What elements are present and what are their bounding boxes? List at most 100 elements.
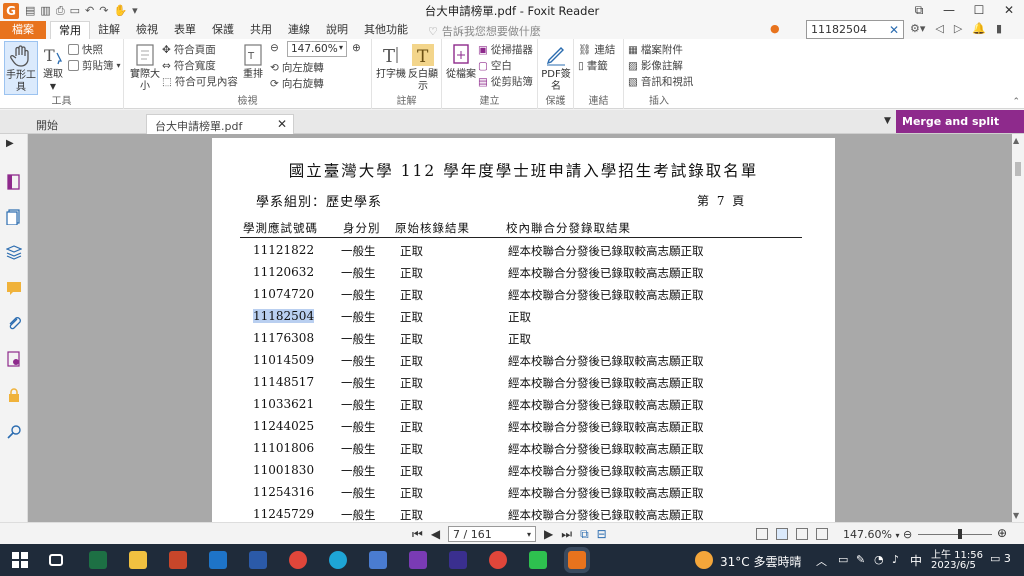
line-icon[interactable] — [529, 551, 547, 569]
clock-date[interactable]: 2023/6/5 — [931, 560, 976, 571]
minimize-button[interactable]: — — [934, 0, 964, 21]
comments-icon[interactable] — [6, 280, 22, 296]
bell-icon[interactable]: 🔔 — [972, 22, 986, 35]
audio-video-button[interactable]: ▧ 音訊和視訊 — [628, 74, 693, 89]
wifi-icon[interactable]: ◔ — [874, 553, 884, 566]
task-view-icon[interactable] — [49, 554, 63, 566]
pages-icon[interactable] — [6, 209, 22, 225]
tab-view[interactable]: 檢視 — [128, 21, 166, 39]
webex-icon[interactable] — [449, 551, 467, 569]
onenote-icon[interactable] — [409, 551, 427, 569]
chrome-icon[interactable] — [289, 551, 307, 569]
zoom-slider-knob[interactable] — [958, 529, 962, 539]
rotate-left-button[interactable]: ⟲ 向左旋轉 — [270, 60, 324, 75]
bookmarks-icon[interactable] — [6, 174, 22, 190]
foxit-taskbar-icon[interactable] — [568, 551, 586, 569]
tell-me-search[interactable]: ♡ 告訴我您想要做什麼 — [428, 23, 541, 39]
bookmark-button[interactable]: ▯ 書籤 — [578, 58, 608, 73]
collapse-ribbon-icon[interactable]: ⌃ — [1012, 97, 1020, 107]
search-panel-icon[interactable] — [6, 424, 22, 440]
tab-home[interactable]: 常用 — [50, 21, 90, 39]
word-icon[interactable] — [249, 551, 267, 569]
scroll-down-icon[interactable]: ▼ — [1013, 511, 1019, 520]
status-zoom[interactable]: 147.60% ▾ ⊖ — [843, 528, 912, 541]
fit-visible-button[interactable]: ⬚ 符合可見內容 — [162, 74, 238, 89]
reflow-view-icon[interactable]: ⊟ — [597, 527, 607, 541]
tab-protect[interactable]: 保護 — [204, 21, 242, 39]
zoom-out-button[interactable]: ⊖ — [270, 42, 279, 54]
volume-icon[interactable]: ♪ — [892, 553, 899, 566]
last-page-icon[interactable]: ⏭ — [561, 527, 572, 542]
fit-width-button[interactable]: ⇔ 符合寬度 — [162, 58, 216, 73]
excel-icon[interactable] — [89, 551, 107, 569]
orange-badge-icon[interactable]: ● — [770, 22, 780, 35]
from-file-button[interactable]: 從檔案 — [444, 41, 478, 81]
tab-help[interactable]: 說明 — [318, 21, 356, 39]
prev-result-icon[interactable]: ◁ — [935, 22, 943, 35]
pen-icon[interactable]: ✎ — [856, 553, 865, 566]
weather-text[interactable]: 31°C 多雲時晴 — [720, 553, 801, 570]
image-annotation-button[interactable]: ▨ 影像註解 — [628, 58, 683, 73]
first-page-icon[interactable]: ⏮ — [412, 527, 423, 542]
document-viewport[interactable]: 國立臺灣大學 112 學年度學士班申請入學招生考試錄取名單 學系組別：歷史學系 … — [28, 134, 1012, 522]
next-result-icon[interactable]: ▷ — [954, 22, 962, 35]
ime-indicator[interactable]: 中 — [910, 552, 922, 569]
maximize-button[interactable]: ☐ — [964, 0, 994, 21]
link-button[interactable]: ⛓ 連結 — [578, 42, 615, 57]
tab-document[interactable]: 台大申請榜單.pdf ✕ — [146, 114, 294, 134]
zoom-select[interactable]: 147.60% ▾ — [287, 41, 347, 57]
redo-icon[interactable]: ↷ — [99, 4, 108, 17]
pdf-sign-button[interactable]: PDF簽名 — [539, 41, 573, 93]
undo-icon[interactable]: ↶ — [85, 4, 94, 17]
open-icon[interactable]: ▤ — [25, 4, 35, 17]
tab-file[interactable]: 檔案 — [0, 21, 46, 39]
continuous-facing-icon[interactable] — [816, 528, 828, 540]
edge-icon[interactable] — [329, 551, 347, 569]
hand-quick-icon[interactable]: ✋ — [113, 4, 127, 17]
file-explorer-icon[interactable] — [129, 551, 147, 569]
tab-comment[interactable]: 註解 — [90, 21, 128, 39]
foxit-logo-icon[interactable]: G — [3, 2, 19, 19]
select-tool-button[interactable]: T 選取 ▼ — [36, 41, 70, 93]
restore-mode-button[interactable]: ⧉ — [904, 0, 934, 21]
blank-button[interactable]: ▢ 空白 — [478, 58, 512, 73]
clipboard-button[interactable]: 剪貼簿 ▾ — [68, 58, 121, 73]
single-page-icon[interactable] — [756, 528, 768, 540]
from-clipboard-button[interactable]: ▤ 從剪貼簿 — [478, 74, 533, 89]
page-icon[interactable]: ▭ — [70, 4, 80, 17]
close-button[interactable]: ✕ — [994, 0, 1024, 21]
actual-size-button[interactable]: 實際大小 — [128, 41, 162, 93]
from-scanner-button[interactable]: ▣ 從掃描器 — [478, 42, 533, 57]
facing-page-icon[interactable] — [796, 528, 808, 540]
chrome-profile-icon[interactable] — [489, 551, 507, 569]
snapshot-button[interactable]: 快照 — [68, 42, 103, 57]
network-icon[interactable]: ▭ — [838, 553, 848, 566]
tab-list-chevron-icon[interactable]: ▼ — [884, 116, 891, 126]
tab-share[interactable]: 共用 — [242, 21, 280, 39]
merge-split-button[interactable]: Merge and split PDFs — [896, 110, 1024, 151]
save-icon[interactable]: ▥ — [40, 4, 50, 17]
attachment-button[interactable]: ▦ 檔案附件 — [628, 42, 683, 57]
page-view-icon[interactable]: ⧉ — [580, 527, 589, 542]
scroll-thumb[interactable] — [1015, 162, 1021, 176]
close-tab-icon[interactable]: ✕ — [277, 117, 287, 131]
tab-more-features[interactable]: 其他功能 — [356, 21, 416, 39]
security-lock-icon[interactable] — [6, 387, 22, 403]
windows-start-icon[interactable] — [11, 551, 29, 569]
find-input[interactable]: 11182504 ✕ — [806, 20, 904, 39]
tab-connect[interactable]: 連線 — [280, 21, 318, 39]
page-number-input[interactable]: 7 / 161 ▾ — [448, 526, 537, 542]
fit-page-button[interactable]: ✥ 符合頁面 — [162, 42, 216, 57]
next-page-icon[interactable]: ▶ — [544, 527, 553, 541]
attachments-icon[interactable] — [6, 315, 22, 331]
search-settings-icon[interactable]: ⚙▾ — [910, 22, 925, 35]
weather-icon[interactable] — [695, 551, 713, 569]
print-icon[interactable]: ⎙ — [56, 4, 65, 18]
prev-page-icon[interactable]: ◀ — [431, 527, 440, 541]
rotate-right-button[interactable]: ⟳ 向右旋轉 — [270, 76, 324, 91]
signatures-icon[interactable] — [6, 351, 22, 367]
typewriter-button[interactable]: T 打字機 — [374, 41, 408, 81]
mail-icon[interactable] — [209, 551, 227, 569]
status-zoom-in-icon[interactable]: ⊕ — [997, 526, 1007, 540]
tab-form[interactable]: 表單 — [166, 21, 204, 39]
